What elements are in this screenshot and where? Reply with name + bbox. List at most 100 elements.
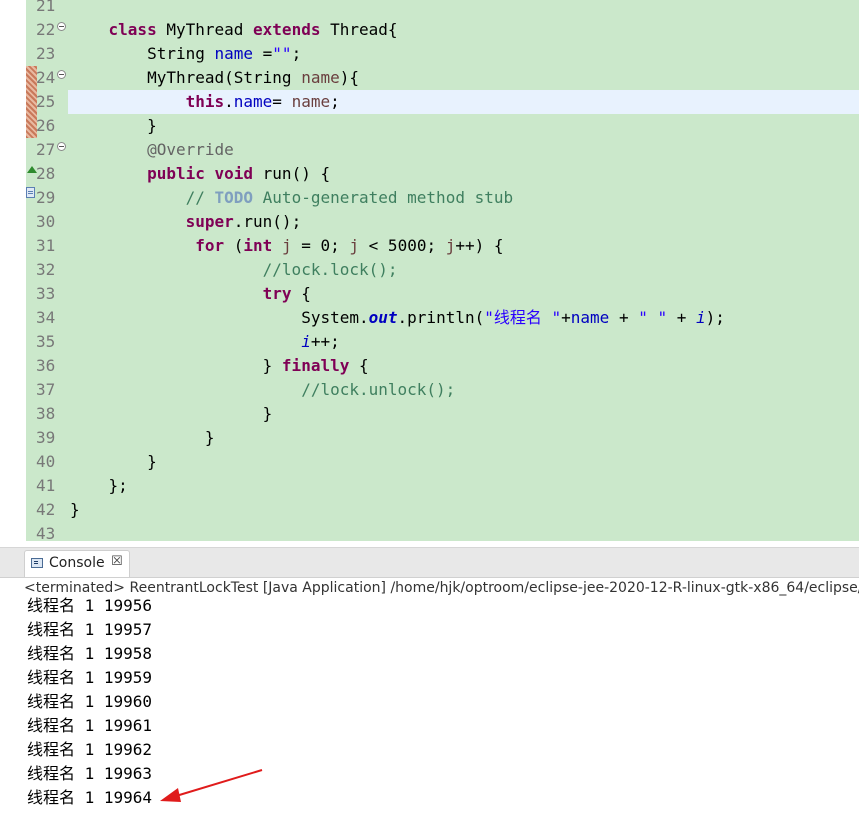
code-token: }; <box>70 476 128 495</box>
code-token: "" <box>272 44 292 63</box>
code-line[interactable]: // TODO Auto-generated method stub <box>70 186 514 210</box>
code-token: MyThread(String <box>70 68 302 87</box>
line-number: 37 <box>36 380 56 399</box>
line-number: 28 <box>36 164 56 183</box>
line-number: 21 <box>36 0 56 15</box>
code-token: // <box>185 188 215 207</box>
line-number: 38 <box>36 404 56 423</box>
task-marker-icon[interactable] <box>26 187 35 198</box>
code-line[interactable]: MyThread(String name){ <box>70 66 359 90</box>
code-token: void <box>214 164 254 183</box>
code-token: } <box>70 452 157 471</box>
code-token: public <box>147 164 205 183</box>
code-line[interactable]: class MyThread extends Thread{ <box>70 18 398 42</box>
code-line[interactable]: //lock.unlock(); <box>70 378 455 402</box>
code-token: .run(); <box>233 212 302 231</box>
code-token: name <box>233 92 273 111</box>
code-token: { <box>349 356 369 375</box>
line-number: 29 <box>36 188 56 207</box>
code-token: super <box>185 212 234 231</box>
line-number: 27 <box>36 140 56 159</box>
code-token: + <box>667 308 697 327</box>
code-token: @Override <box>147 140 234 159</box>
code-token: run() { <box>253 164 331 183</box>
line-number: 31 <box>36 236 56 255</box>
code-token: TODO <box>214 188 254 207</box>
code-token: int <box>243 236 273 255</box>
code-line[interactable]: } <box>70 402 273 426</box>
line-number: 24 <box>36 68 56 87</box>
code-line[interactable]: } <box>70 114 157 138</box>
code-editor[interactable]: 21 22 class MyThread extends Thread{23 St… <box>0 0 859 541</box>
code-line[interactable]: } <box>70 450 157 474</box>
code-token: Auto-generated method stub <box>253 188 514 207</box>
code-token: } <box>70 116 157 135</box>
line-number: 36 <box>36 356 56 375</box>
code-line[interactable]: try { <box>70 282 311 306</box>
code-line[interactable]: } <box>70 426 215 450</box>
code-line[interactable]: String name =""; <box>70 42 301 66</box>
code-token: String <box>70 44 215 63</box>
line-number: 30 <box>36 212 56 231</box>
code-token: name <box>301 68 340 87</box>
line-number: 43 <box>36 524 56 541</box>
code-token: name <box>291 92 331 111</box>
code-token: } <box>70 428 215 447</box>
line-number: 25 <box>36 92 56 111</box>
code-line[interactable]: } finally { <box>70 354 369 378</box>
line-number: 34 <box>36 308 56 327</box>
code-token: this <box>185 92 225 111</box>
line-number: 41 <box>36 476 56 495</box>
code-token: for <box>195 236 225 255</box>
code-token: j <box>445 236 456 255</box>
code-token: class <box>108 20 157 39</box>
code-token: < 5000; <box>359 236 446 255</box>
line-number: 32 <box>36 260 56 279</box>
code-line[interactable]: i++; <box>70 330 340 354</box>
code-token: + <box>609 308 639 327</box>
code-line[interactable]: super.run(); <box>70 210 302 234</box>
code-line[interactable]: this.name= name; <box>70 90 340 114</box>
code-token: ); <box>705 308 725 327</box>
fold-toggle-icon[interactable] <box>57 22 66 31</box>
code-line[interactable]: @Override <box>70 138 234 162</box>
code-token: ++) { <box>455 236 504 255</box>
code-line[interactable]: System.out.println("线程名 "+name + " " + i… <box>70 306 725 330</box>
code-token: i <box>696 308 706 327</box>
code-token: ; <box>330 92 340 111</box>
code-token: Thread{ <box>320 20 398 39</box>
code-token: finally <box>281 356 350 375</box>
code-token: = <box>272 92 292 111</box>
code-token: name <box>214 44 254 63</box>
code-token: } <box>70 500 80 519</box>
code-line[interactable]: for (int j = 0; j < 5000; j++) { <box>70 234 504 258</box>
code-line[interactable]: public void run() { <box>70 162 330 186</box>
fold-toggle-icon[interactable] <box>57 142 66 151</box>
code-line[interactable]: //lock.lock(); <box>70 258 398 282</box>
code-token: ; <box>291 44 302 63</box>
code-token: } <box>70 356 282 375</box>
console-view[interactable]: Console ☒ <terminated> ReentrantLockTest… <box>0 547 859 828</box>
line-number: 35 <box>36 332 56 351</box>
code-line[interactable]: } <box>70 498 80 522</box>
line-number: 33 <box>36 284 56 303</box>
line-number: 40 <box>36 452 56 471</box>
code-token: try <box>262 284 292 303</box>
code-token: ){ <box>339 68 359 87</box>
code-token: ( <box>224 236 244 255</box>
code-token: j <box>281 236 292 255</box>
fold-toggle-icon[interactable] <box>57 70 66 79</box>
code-token: System. <box>70 308 369 327</box>
code-token: .println( <box>397 308 485 327</box>
code-token: = <box>253 44 273 63</box>
code-line[interactable]: }; <box>70 474 128 498</box>
code-token: " " <box>638 308 668 327</box>
